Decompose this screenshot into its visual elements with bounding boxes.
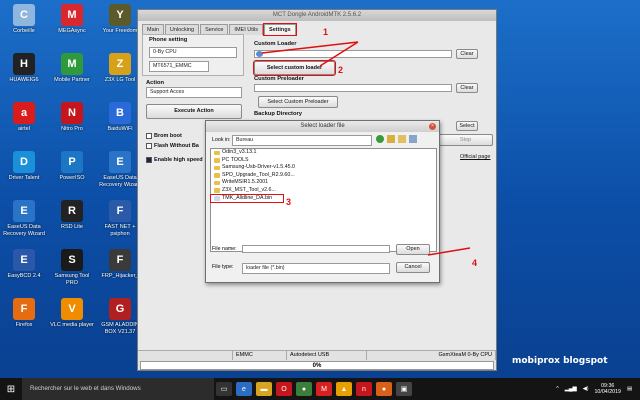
chrome-icon[interactable]: ● [296, 382, 312, 396]
notifications-icon[interactable]: ▤ [627, 386, 632, 392]
app-taskbar-icon[interactable]: ▣ [396, 382, 412, 396]
mega-taskbar-icon[interactable]: M [316, 382, 332, 396]
clock[interactable]: 09:36 10/04/2019 [594, 383, 621, 396]
taskbar: ⊞ Rechercher sur le web et dans Windows … [0, 378, 640, 400]
annotation-2: 2 [338, 65, 344, 75]
annotation-arrows [261, 41, 471, 256]
watermark-text: mobiprox blogspot [512, 356, 608, 366]
edge-icon[interactable]: e [236, 382, 252, 396]
annotation-1: 1 [323, 27, 329, 37]
task-view-icon[interactable]: ▭ [216, 382, 232, 396]
clock-date: 10/04/2019 [594, 389, 621, 395]
windows-start-icon[interactable]: ⊞ [0, 378, 22, 400]
taskbar-search[interactable]: Rechercher sur le web et dans Windows [22, 378, 214, 400]
explorer-icon[interactable]: ▬ [256, 382, 272, 396]
firefox-taskbar-icon[interactable]: ● [376, 382, 392, 396]
opera-icon[interactable]: O [276, 382, 292, 396]
annotation-4: 4 [472, 258, 478, 268]
network-icon[interactable]: ▂▄▆ [565, 386, 577, 392]
system-tray: ^ ▂▄▆ ◀) 09:36 10/04/2019 ▤ [556, 383, 640, 396]
volume-icon[interactable]: ◀) [583, 386, 589, 392]
vlc-taskbar-icon[interactable]: ▲ [336, 382, 352, 396]
tray-chevron-icon[interactable]: ^ [556, 386, 559, 392]
annotation-3: 3 [286, 197, 292, 207]
nitro-taskbar-icon[interactable]: n [356, 382, 372, 396]
